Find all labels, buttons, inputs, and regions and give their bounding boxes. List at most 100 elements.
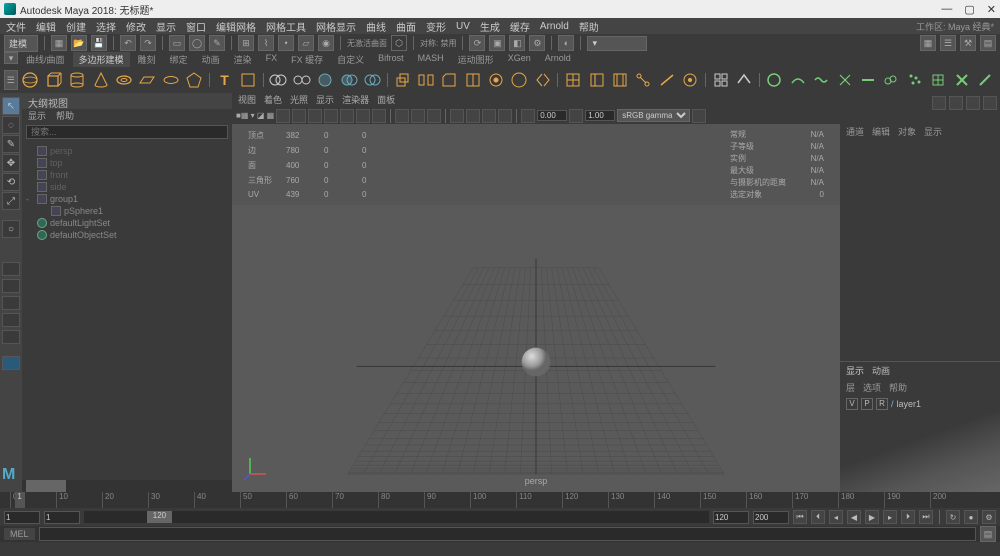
time-slider[interactable]: 0102030405060708090100110120130140150160…: [0, 492, 1000, 508]
layer-menu[interactable]: 层: [846, 381, 855, 394]
maximize-icon[interactable]: ▢: [964, 3, 974, 16]
vp-shadow-icon[interactable]: [372, 109, 386, 123]
vp-grid-icon[interactable]: [276, 109, 290, 123]
cmd-input[interactable]: [39, 527, 976, 541]
range-end-input[interactable]: [713, 511, 749, 524]
mirror-icon[interactable]: [532, 69, 553, 91]
shelf-tab[interactable]: 动画: [196, 52, 226, 67]
chb-icon[interactable]: [949, 96, 963, 110]
menu-item[interactable]: 选择: [96, 19, 116, 34]
cmd-lang-label[interactable]: MEL: [4, 528, 35, 540]
layer-tab[interactable]: 动画: [872, 364, 890, 377]
next-key-icon[interactable]: ▸: [883, 510, 897, 524]
range-start-input[interactable]: [4, 511, 40, 524]
sculpt-erase-icon[interactable]: [951, 69, 972, 91]
layer-ref-flag[interactable]: R: [876, 398, 888, 410]
poly-type-icon[interactable]: T: [214, 69, 235, 91]
shelf-tab[interactable]: 雕刻: [132, 52, 162, 67]
range-slider[interactable]: 120: [84, 511, 709, 523]
new-scene-icon[interactable]: ▦: [51, 35, 67, 51]
poly-platonic-icon[interactable]: [183, 69, 204, 91]
play-back-icon[interactable]: ◀: [847, 510, 861, 524]
vp-xrayj-icon[interactable]: [427, 109, 441, 123]
undo-icon[interactable]: ↶: [120, 35, 136, 51]
module-selector[interactable]: 建模: [4, 35, 38, 52]
shelf-tab[interactable]: 绑定: [164, 52, 194, 67]
shelf-menu-icon[interactable]: ▾: [4, 52, 18, 64]
snap-point-icon[interactable]: •: [278, 35, 294, 51]
rotate-tool-icon[interactable]: ⟲: [2, 173, 20, 191]
sculpt-grab-icon[interactable]: [764, 69, 785, 91]
outliner-menu[interactable]: 显示: [28, 109, 46, 123]
shelf-tab[interactable]: Bifrost: [372, 52, 410, 67]
paint-tool-icon[interactable]: ✎: [2, 135, 20, 153]
outliner-menu[interactable]: 帮助: [56, 109, 74, 123]
shelf-tab[interactable]: 曲线/曲面: [20, 52, 71, 67]
bool-inter-icon[interactable]: [361, 69, 382, 91]
range-min-input[interactable]: [44, 511, 80, 524]
viewport-menu[interactable]: 显示: [316, 93, 334, 107]
extrude-icon[interactable]: [392, 69, 413, 91]
vp-iso-icon[interactable]: [395, 109, 409, 123]
sculpt-knife-icon[interactable]: [974, 69, 995, 91]
sculpt-smooth-icon[interactable]: [787, 69, 808, 91]
vp-gate-icon[interactable]: [292, 109, 306, 123]
menu-item[interactable]: 修改: [126, 19, 146, 34]
menu-item[interactable]: 变形: [426, 19, 446, 34]
layout-single-icon[interactable]: [2, 262, 20, 276]
svg-icon[interactable]: [237, 69, 258, 91]
sculpt-repeat-icon[interactable]: [927, 69, 948, 91]
offset-edge-icon[interactable]: [609, 69, 630, 91]
vp-cm-icon[interactable]: [692, 109, 706, 123]
vp-aa-icon[interactable]: [482, 109, 496, 123]
shelf-tab[interactable]: FX: [260, 52, 284, 67]
fill-hole-icon[interactable]: [485, 69, 506, 91]
loop-icon[interactable]: ↻: [946, 510, 960, 524]
snap-plane-icon[interactable]: ▱: [298, 35, 314, 51]
combine-icon[interactable]: [268, 69, 289, 91]
menu-item[interactable]: 编辑: [36, 19, 56, 34]
vp-gamma-icon[interactable]: [569, 109, 583, 123]
sculpt-flatten-icon[interactable]: [857, 69, 878, 91]
outliner-item[interactable]: -group1: [26, 193, 228, 205]
channel-box-icon[interactable]: ▤: [980, 35, 996, 51]
paint-select-icon[interactable]: ✎: [209, 35, 225, 51]
shelf-tab[interactable]: FX 缓存: [285, 52, 329, 67]
menu-item[interactable]: 编辑网格: [216, 19, 256, 34]
step-fwd-icon[interactable]: ⏵: [901, 510, 915, 524]
render-settings-icon[interactable]: ⚙: [529, 35, 545, 51]
vp-motion-icon[interactable]: [466, 109, 480, 123]
vp-far-input[interactable]: [585, 110, 615, 121]
layer-play-flag[interactable]: P: [861, 398, 873, 410]
range-max-input[interactable]: [753, 511, 789, 524]
vp-exposure-icon[interactable]: [521, 109, 535, 123]
layout-h-icon[interactable]: [2, 330, 20, 344]
save-scene-icon[interactable]: 💾: [91, 35, 107, 51]
last-tool-icon[interactable]: ○: [2, 220, 20, 238]
shelf-tab[interactable]: 自定义: [331, 52, 370, 67]
chb-tab[interactable]: 显示: [924, 125, 942, 138]
quad-draw-icon[interactable]: [710, 69, 731, 91]
render-icon[interactable]: ▣: [489, 35, 505, 51]
vp-shade-icon[interactable]: [324, 109, 338, 123]
goto-end-icon[interactable]: ⏭: [919, 510, 933, 524]
sculpt-relax-icon[interactable]: [810, 69, 831, 91]
ipr-icon[interactable]: ◧: [509, 35, 525, 51]
bool-union-icon[interactable]: [314, 69, 335, 91]
select-tool-icon[interactable]: ↖: [2, 97, 20, 115]
poly-cylinder-icon[interactable]: [66, 69, 87, 91]
layer-menu[interactable]: 帮助: [889, 381, 907, 394]
shelf-tab[interactable]: Arnold: [539, 52, 577, 67]
menu-item[interactable]: 网格工具: [266, 19, 306, 34]
shelf-options-icon[interactable]: ☰: [4, 70, 18, 90]
menu-item[interactable]: 生成: [480, 19, 500, 34]
vp-dof-icon[interactable]: [498, 109, 512, 123]
lasso-tool-icon[interactable]: ◌: [2, 116, 20, 134]
menu-item[interactable]: 帮助: [579, 19, 599, 34]
sculpt-spray-icon[interactable]: [904, 69, 925, 91]
shelf-tab[interactable]: 运动图形: [452, 52, 500, 67]
tool-settings-icon[interactable]: ⚒: [960, 35, 976, 51]
step-back-icon[interactable]: ⏴: [811, 510, 825, 524]
input-field[interactable]: ▾: [587, 36, 647, 51]
separate-icon[interactable]: [291, 69, 312, 91]
